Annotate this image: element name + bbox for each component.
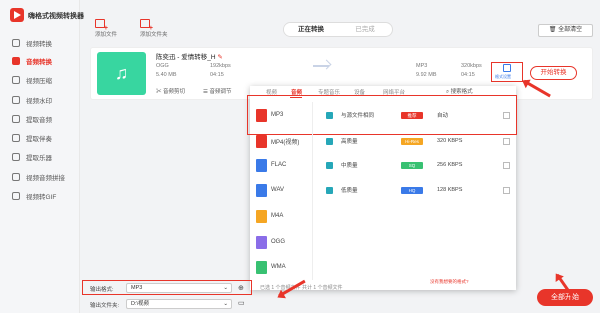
add-file-button[interactable]: 添加文件 bbox=[95, 19, 117, 38]
add-folder-icon bbox=[140, 19, 153, 32]
music-note-icon: ♫ bbox=[97, 52, 146, 95]
compress-icon bbox=[12, 76, 20, 84]
edit-icon[interactable] bbox=[503, 186, 510, 194]
wav-icon bbox=[256, 183, 267, 197]
edit-icon[interactable] bbox=[503, 111, 510, 119]
sidebar-item-video-convert[interactable]: 视频转换 bbox=[6, 35, 76, 51]
quality-tag: SQ bbox=[401, 161, 423, 169]
gif-icon bbox=[12, 192, 20, 200]
source-size: 5.40 MB bbox=[156, 72, 177, 78]
target-size: 9.92 MB bbox=[416, 72, 437, 78]
extract-audio-icon bbox=[12, 115, 20, 123]
source-bitrate: 192kbps bbox=[210, 63, 231, 69]
quality-row-medium[interactable]: 中质量 SQ 256 KBPS bbox=[318, 155, 513, 175]
add-format-icon[interactable]: ⊕ bbox=[238, 284, 244, 292]
flac-icon bbox=[256, 158, 267, 172]
scissors-icon: ✂ bbox=[156, 89, 162, 95]
sidebar-item-merge[interactable]: 视频音频拼接 bbox=[6, 169, 76, 185]
format-item-mp4[interactable]: MP4(视频) bbox=[256, 131, 310, 151]
start-all-button[interactable]: 全部开始 bbox=[537, 289, 593, 306]
quality-row-low[interactable]: 低质量 HQ 128 KBPS bbox=[318, 180, 513, 200]
quality-tag: Hi-Res bbox=[401, 137, 423, 145]
sidebar-item-audio-convert[interactable]: 音频转换 bbox=[6, 53, 76, 69]
add-file-icon bbox=[95, 19, 108, 32]
open-folder-icon[interactable]: ▭ bbox=[238, 299, 245, 307]
file-count-status: 已选 1 个音频文件 共计 1 个音频文件 bbox=[260, 285, 343, 291]
quality-icon bbox=[326, 111, 333, 119]
app-logo-icon bbox=[10, 8, 24, 22]
convert-arrow-icon bbox=[313, 65, 329, 67]
file-name: 陈奕迅 - 爱情转移_H ✎ bbox=[156, 54, 223, 61]
format-item-m4a[interactable]: M4A bbox=[256, 206, 310, 226]
trash-icon: 🗑 bbox=[548, 27, 557, 33]
sidebar-item-gif[interactable]: 视频转GIF bbox=[6, 188, 76, 204]
quality-row-same[interactable]: 与源文件相同 推荐 自动 bbox=[318, 105, 513, 125]
quality-icon bbox=[326, 186, 333, 194]
sidebar-item-extract-audio[interactable]: 提取音频 bbox=[6, 111, 76, 127]
quality-icon bbox=[326, 137, 333, 145]
format-item-mp3[interactable]: MP3 bbox=[256, 105, 310, 125]
source-format: OGG bbox=[156, 63, 169, 69]
output-format-select[interactable]: MP3 ⌄ bbox=[126, 283, 232, 293]
audio-icon bbox=[12, 57, 20, 65]
app-title: 嗨格式视频转换器 bbox=[28, 13, 84, 20]
quality-icon bbox=[326, 161, 333, 169]
sidebar-item-extract-accompaniment[interactable]: 提取伴奏 bbox=[6, 130, 76, 146]
tab-done[interactable]: 已完成 bbox=[338, 23, 392, 36]
target-bitrate: 320kbps bbox=[461, 63, 482, 69]
format-hint-link[interactable]: 没有我想要的格式? bbox=[430, 279, 469, 285]
settings-icon bbox=[503, 64, 511, 72]
format-item-flac[interactable]: FLAC bbox=[256, 155, 310, 175]
chevron-down-icon: ⌄ bbox=[223, 285, 228, 291]
instrument-icon bbox=[12, 153, 20, 161]
format-item-wav[interactable]: WAV bbox=[256, 180, 310, 200]
output-folder-label: 输出文件夹: bbox=[90, 303, 120, 309]
audio-adjust-button[interactable]: ☰ 音频调节 bbox=[203, 87, 231, 95]
tab-converting[interactable]: 正在转换 bbox=[284, 23, 338, 36]
target-duration: 04:15 bbox=[461, 72, 475, 78]
output-folder-select[interactable]: D:\视频 ⌄ bbox=[126, 299, 232, 309]
clear-all-button[interactable]: 🗑 全部清空 bbox=[538, 24, 593, 37]
add-folder-button[interactable]: 添加文件夹 bbox=[140, 19, 168, 38]
merge-icon bbox=[12, 173, 20, 181]
audio-cut-button[interactable]: ✂ 音频剪切 bbox=[156, 87, 185, 95]
format-item-ogg[interactable]: OGG bbox=[256, 232, 310, 252]
ogg-icon bbox=[256, 235, 267, 249]
mp4-icon bbox=[256, 134, 267, 148]
format-settings-label: 格式设置 bbox=[495, 74, 511, 79]
source-duration: 04:15 bbox=[210, 72, 224, 78]
output-format-label: 输出格式: bbox=[90, 287, 114, 293]
sidebar-item-watermark[interactable]: 视频水印 bbox=[6, 92, 76, 108]
edit-icon[interactable]: ✎ bbox=[217, 54, 222, 61]
chevron-down-icon: ⌄ bbox=[223, 301, 228, 307]
target-format: MP3 bbox=[416, 63, 428, 69]
sidebar-item-extract-instrument[interactable]: 提取乐器 bbox=[6, 149, 76, 165]
sliders-icon: ☰ bbox=[203, 89, 208, 95]
status-tabs: 正在转换 已完成 bbox=[283, 22, 393, 37]
edit-icon[interactable] bbox=[503, 137, 510, 145]
panel-divider bbox=[312, 102, 313, 280]
wma-icon bbox=[256, 260, 267, 274]
mp3-icon bbox=[256, 108, 267, 122]
format-item-wma[interactable]: WMA bbox=[256, 257, 310, 277]
accompaniment-icon bbox=[12, 134, 20, 142]
video-icon bbox=[12, 39, 20, 47]
quality-row-high[interactable]: 高质量 Hi-Res 320 KBPS bbox=[318, 131, 513, 151]
start-convert-button[interactable]: 开始转换 bbox=[530, 66, 577, 80]
quality-tag: HQ bbox=[401, 186, 423, 194]
edit-icon[interactable] bbox=[503, 161, 510, 169]
m4a-icon bbox=[256, 209, 267, 223]
quality-tag: 推荐 bbox=[401, 111, 423, 119]
sidebar-item-video-compress[interactable]: 视频压缩 bbox=[6, 72, 76, 88]
watermark-icon bbox=[12, 96, 20, 104]
